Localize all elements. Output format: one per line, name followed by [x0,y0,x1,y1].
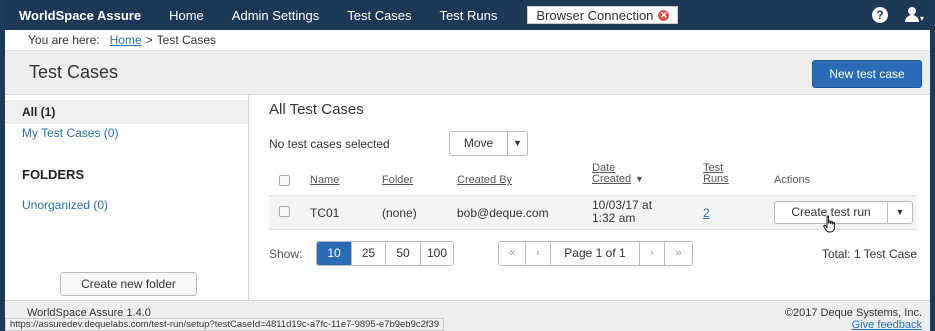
breadcrumb-separator: > [145,33,153,47]
nav-link-admin-settings[interactable]: Admin Settings [232,8,319,23]
sidebar-item-all[interactable]: All (1) [5,100,248,124]
new-test-case-button[interactable]: New test case [812,60,922,88]
sidebar-item-my-test-cases[interactable]: My Test Cases (0) [22,126,118,140]
show-label: Show: [269,247,303,261]
section-heading: All Test Cases [269,101,364,118]
select-all-checkbox[interactable] [279,175,290,186]
browser-connection-label: Browser Connection [536,7,654,23]
column-header-name[interactable]: Name [310,175,339,186]
cell-folder: (none) [382,206,417,220]
sidebar-item-unorganized[interactable]: Unorganized (0) [22,198,108,212]
cell-test-runs-link[interactable]: 2 [703,206,710,220]
page-size-100[interactable]: 100 [421,242,453,265]
column-header-actions: Actions [774,174,811,186]
nav-link-home[interactable]: Home [169,8,204,23]
breadcrumb-current: Test Cases [156,33,217,47]
row-checkbox[interactable] [279,206,290,217]
chevron-down-icon[interactable]: ▼ [888,202,912,223]
first-page-button[interactable]: « [499,242,526,265]
next-page-button[interactable]: › [640,242,665,265]
prev-page-button[interactable]: ‹ [526,242,551,265]
page-indicator: Page 1 of 1 [551,242,640,265]
copyright: ©2017 Deque Systems, Inc. [784,307,922,319]
page-header: Test Cases New test case [5,51,930,95]
page-size-25[interactable]: 25 [352,242,386,265]
page-size-50[interactable]: 50 [386,242,421,265]
page-title: Test Cases [29,62,119,82]
sidebar: All (1) My Test Cases (0) FOLDERS Unorga… [5,95,249,300]
page-size-10[interactable]: 10 [317,242,352,265]
chevron-down-icon: ▼ [513,138,522,148]
help-question-icon[interactable]: ? [872,7,888,23]
top-nav: WorldSpace Assure Home Admin Settings Te… [5,0,930,30]
user-body-shape [905,15,919,22]
user-head-shape [908,7,916,15]
cell-created-by: bob@deque.com [457,206,549,220]
user-menu-icon[interactable]: ▾ [904,6,924,24]
folders-heading: FOLDERS [22,167,85,182]
table-row: TC01 (none) bob@deque.com 10/03/17 at 1:… [269,195,917,230]
browser-status-url: https://assuredev.dequelabs.com/test-run… [5,318,445,331]
cell-name: TC01 [310,206,340,220]
give-feedback-link[interactable]: Give feedback [852,319,922,331]
breadcrumb-prefix: You are here: [28,33,100,47]
move-dropdown[interactable]: Move ▼ [449,131,528,156]
column-header-runs-line2[interactable]: Runs [703,174,729,185]
sort-desc-icon: ▼ [635,174,644,184]
breadcrumb: You are here: Home > Test Cases [5,30,930,51]
move-label: Move [450,132,508,155]
browser-connection-button[interactable]: Browser Connection ✕ [527,6,679,24]
create-folder-button[interactable]: Create new folder [60,272,197,296]
cell-date-line2: 1:32 am [592,211,636,225]
create-test-run-button[interactable]: Create test run ▼ [774,201,913,224]
column-header-created-by[interactable]: Created By [457,175,512,186]
last-page-button[interactable]: » [665,242,692,265]
main-panel: All Test Cases No test cases selected Mo… [250,95,930,300]
content-area: All (1) My Test Cases (0) FOLDERS Unorga… [5,95,930,300]
brand-logo[interactable]: WorldSpace Assure [19,8,141,23]
nav-link-test-runs[interactable]: Test Runs [440,8,498,23]
total-count: Total: 1 Test Case [821,247,917,261]
error-x-icon: ✕ [658,9,670,21]
page-size-selector: 10 25 50 100 [316,241,454,266]
nav-link-test-cases[interactable]: Test Cases [347,8,411,23]
breadcrumb-home-link[interactable]: Home [110,33,142,47]
table-header: Name Folder Created By Date Created ▼ Te… [269,163,917,193]
column-header-date-line2[interactable]: Created [592,174,631,185]
hand-cursor-icon [823,215,836,233]
pagination: « ‹ Page 1 of 1 › » [498,241,693,266]
cell-date-line1: 10/03/17 at [592,198,653,212]
selection-status: No test cases selected [269,137,390,151]
chevron-down-icon: ▾ [919,14,924,23]
column-header-folder[interactable]: Folder [382,175,413,186]
